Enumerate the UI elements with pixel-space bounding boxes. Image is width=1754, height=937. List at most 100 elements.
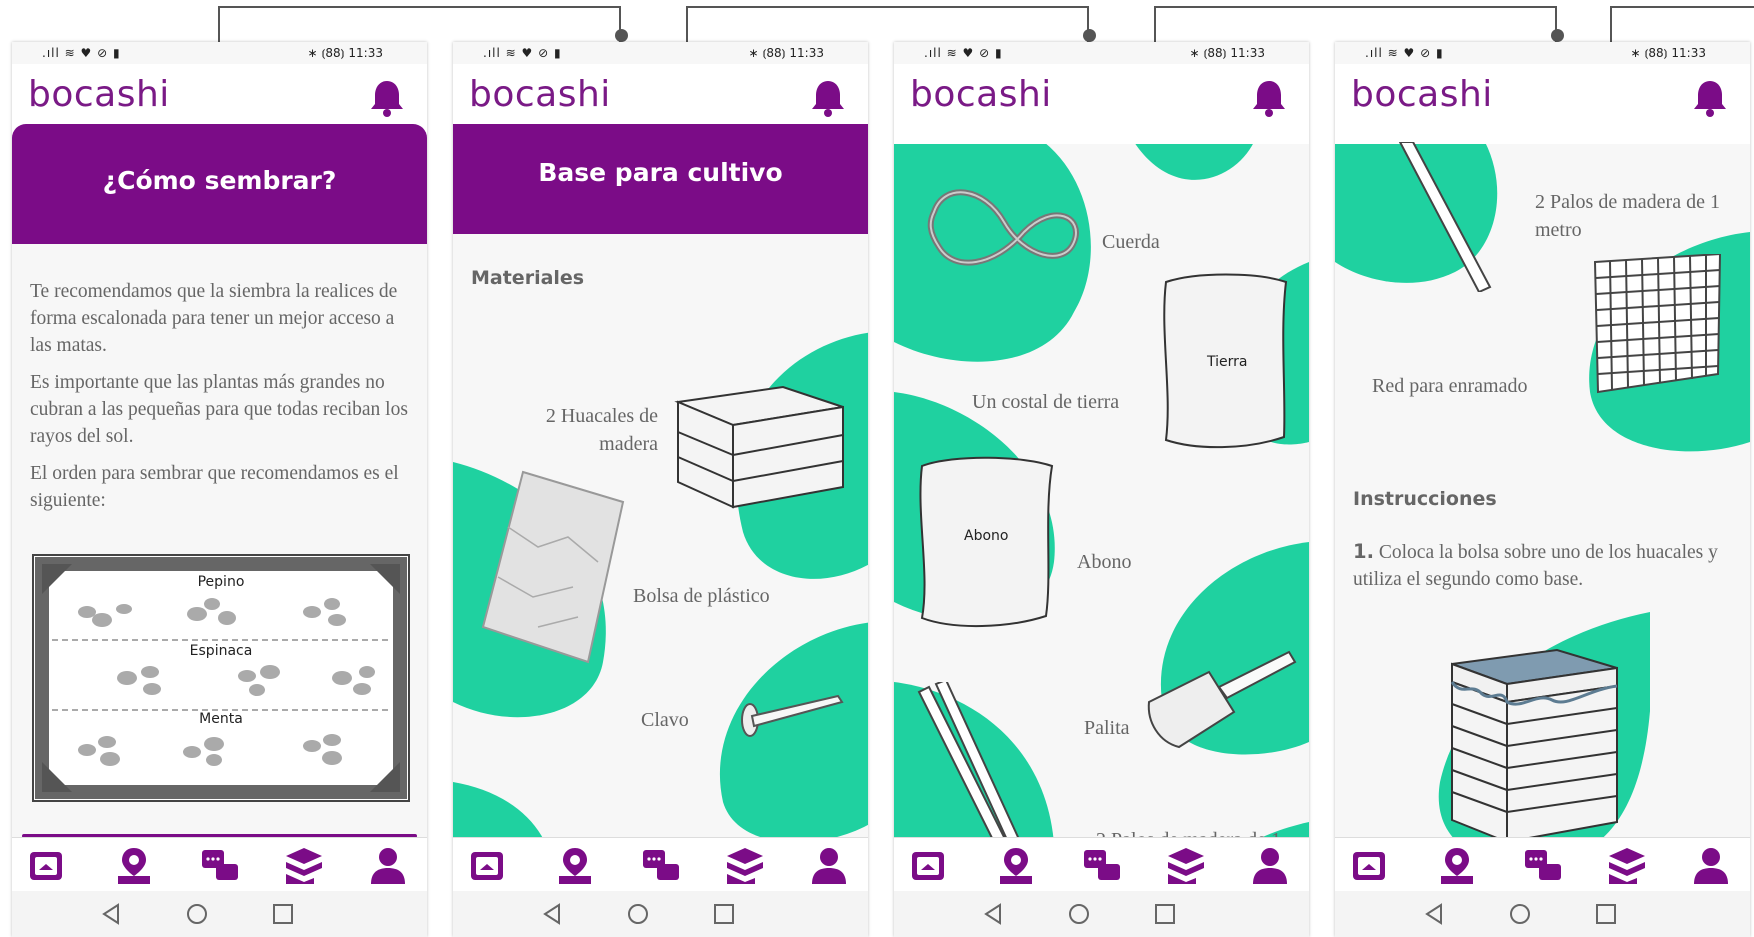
status-bar: .ıll ≋ ♥ ⊘ ▮ ∗ ⦅88⦆ 11:33 [12, 42, 427, 64]
back-icon[interactable] [980, 901, 1006, 927]
map-pin-icon[interactable] [114, 846, 154, 886]
home-icon[interactable] [1066, 901, 1092, 927]
user-icon[interactable] [1691, 846, 1731, 886]
chat-icon[interactable] [200, 846, 240, 886]
user-icon[interactable] [368, 846, 408, 886]
status-icons-left: .ıll ≋ ♥ ⊘ ▮ [1365, 46, 1444, 60]
app-bar: bocashi [894, 64, 1309, 144]
flow-connector [1154, 6, 1557, 46]
home-icon[interactable] [184, 901, 210, 927]
chat-icon[interactable] [1523, 846, 1563, 886]
notification-bell-icon[interactable] [1251, 78, 1287, 118]
chat-icon[interactable] [1082, 846, 1122, 886]
material-label: Palita [1084, 717, 1130, 739]
notification-bell-icon[interactable] [810, 78, 846, 118]
layers-icon[interactable] [1166, 846, 1206, 886]
user-icon[interactable] [809, 846, 849, 886]
plastic-bag-illustration [481, 470, 625, 664]
wooden-crate-illustration [674, 385, 844, 509]
system-nav-bar [12, 891, 427, 937]
flow-dot [1083, 29, 1096, 42]
page-title-banner: Base para cultivo [453, 124, 868, 234]
status-icons-left: .ıll ≋ ♥ ⊘ ▮ [483, 46, 562, 60]
back-icon[interactable] [539, 901, 565, 927]
phone-screen-instrucciones: .ıll ≋ ♥ ⊘ ▮ ∗ ⦅88⦆ 11:33 bocashi 2 Palo… [1335, 42, 1750, 937]
book-icon[interactable] [1349, 846, 1389, 886]
status-bar: .ıll ≋ ♥ ⊘ ▮ ∗ ⦅88⦆ 11:33 [894, 42, 1309, 64]
app-logo: bocashi [28, 74, 170, 115]
garden-row-label: Espinaca [189, 643, 253, 659]
flow-dot [615, 29, 628, 42]
system-nav-bar [453, 891, 868, 937]
status-icons-left: .ıll ≋ ♥ ⊘ ▮ [924, 46, 1003, 60]
trowel-illustration [1147, 650, 1297, 749]
bottom-nav [1335, 837, 1750, 891]
step-text: Coloca la bolsa sobre uno de los huacale… [1353, 542, 1718, 590]
nail-illustration [741, 694, 844, 737]
map-pin-icon[interactable] [1437, 846, 1477, 886]
status-bar: .ıll ≋ ♥ ⊘ ▮ ∗ ⦅88⦆ 11:33 [1335, 42, 1750, 64]
home-icon[interactable] [625, 901, 651, 927]
chat-icon[interactable] [641, 846, 681, 886]
recents-icon[interactable] [1152, 901, 1178, 927]
map-pin-icon[interactable] [555, 846, 595, 886]
system-nav-bar [894, 891, 1309, 937]
app-logo: bocashi [1351, 74, 1493, 115]
material-label: 2 Huacales de madera [545, 405, 658, 455]
system-nav-bar [1335, 891, 1750, 937]
phone-screen-materiales-2: .ıll ≋ ♥ ⊘ ▮ ∗ ⦅88⦆ 11:33 bocashi Cuerda… [894, 42, 1309, 937]
book-icon[interactable] [908, 846, 948, 886]
status-bar: .ıll ≋ ♥ ⊘ ▮ ∗ ⦅88⦆ 11:33 [453, 42, 868, 64]
trellis-net-illustration [1593, 254, 1722, 394]
flow-dot [1551, 29, 1564, 42]
paragraph: Te recomendamos que la siembra la realic… [30, 281, 398, 356]
material-label: Abono [1077, 551, 1132, 573]
map-pin-icon[interactable] [996, 846, 1036, 886]
notification-bell-icon[interactable] [1692, 78, 1728, 118]
material-label: Bolsa de plástico [633, 585, 770, 607]
app-logo: bocashi [469, 74, 611, 115]
notification-bell-icon[interactable] [369, 78, 405, 118]
decorative-leaf [1134, 142, 1254, 180]
back-icon[interactable] [1421, 901, 1447, 927]
bottom-nav [12, 837, 427, 891]
book-icon[interactable] [467, 846, 507, 886]
sack-label: Abono [964, 528, 1009, 544]
flow-connector [1610, 6, 1754, 46]
layers-icon[interactable] [725, 846, 765, 886]
home-icon[interactable] [1507, 901, 1533, 927]
flow-connector [218, 6, 621, 46]
status-icons-right: ∗ ⦅88⦆ 11:33 [307, 46, 383, 60]
recents-icon[interactable] [711, 901, 737, 927]
status-icons-right: ∗ ⦅88⦆ 11:33 [748, 46, 824, 60]
bottom-nav [453, 837, 868, 891]
phone-screen-como-sembrar: .ıll ≋ ♥ ⊘ ▮ ∗ ⦅88⦆ 11:33 bocashi ¿Cómo … [12, 42, 427, 937]
section-title: Instrucciones [1353, 488, 1497, 510]
material-label: Cuerda [1102, 231, 1160, 253]
step-number: 1. [1353, 540, 1374, 563]
status-icons-left: .ıll ≋ ♥ ⊘ ▮ [42, 46, 121, 60]
book-icon[interactable] [26, 846, 66, 886]
user-icon[interactable] [1250, 846, 1290, 886]
layers-icon[interactable] [1607, 846, 1647, 886]
status-icons-right: ∗ ⦅88⦆ 11:33 [1189, 46, 1265, 60]
intro-text: Te recomendamos que la siembra la realic… [30, 278, 409, 524]
garden-row-label: Menta [199, 711, 243, 727]
rope-illustration [927, 189, 1079, 266]
app-bar: bocashi [1335, 64, 1750, 144]
recents-icon[interactable] [1593, 901, 1619, 927]
recents-icon[interactable] [270, 901, 296, 927]
app-logo: bocashi [910, 74, 1052, 115]
page-title-banner: ¿Cómo sembrar? [12, 124, 427, 244]
bottom-nav [894, 837, 1309, 891]
paragraph: Es importante que las plantas más grande… [30, 372, 408, 447]
layers-icon[interactable] [284, 846, 324, 886]
wooden-sticks-illustration [1398, 142, 1492, 292]
garden-bed-diagram: Pepino Espinaca Menta [32, 554, 410, 802]
garden-row-label: Pepino [197, 574, 245, 590]
material-label: Clavo [641, 709, 689, 731]
paragraph: El orden para sembrar que recomendamos e… [30, 463, 399, 511]
back-icon[interactable] [98, 901, 124, 927]
section-title: Materiales [471, 267, 585, 289]
instruction-step: 1. Coloca la bolsa sobre uno de los huac… [1353, 538, 1736, 593]
